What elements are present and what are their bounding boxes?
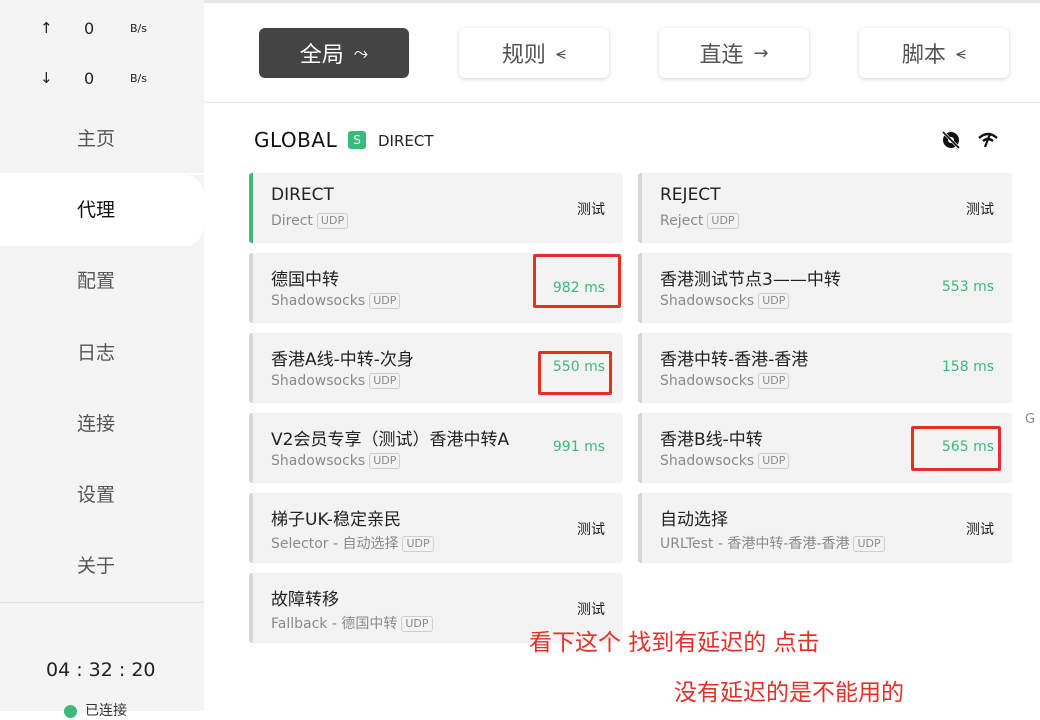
proxy-type: Shadowsocks UDP: [271, 373, 401, 389]
download-speed: ↓ 0 B/s: [0, 69, 204, 89]
connection-status: 已连接: [64, 700, 127, 720]
proxy-card[interactable]: V2会员专享（测试）香港中转A Shadowsocks UDP 991 ms: [249, 413, 623, 483]
proxy-name: 香港测试节点3——中转: [660, 270, 841, 290]
mode-direct-label: 直连: [699, 43, 744, 68]
annotation-text: 没有延迟的是不能用的: [674, 680, 904, 706]
proxy-name: 梯子UK-稳定亲民: [271, 510, 401, 530]
udp-badge: UDP: [707, 213, 739, 229]
annotation-highlight-box: [911, 426, 1001, 471]
udp-badge: UDP: [401, 616, 433, 632]
proxy-card[interactable]: 自动选择 URLTest - 香港中转-香港-香港 UDP 测试: [638, 493, 1012, 563]
udp-badge: UDP: [758, 373, 790, 389]
proxy-name: 香港A线-中转-次身: [271, 350, 414, 370]
proxy-card-direct[interactable]: DIRECT Direct UDP 测试: [249, 173, 623, 243]
upload-unit: B/s: [130, 22, 147, 35]
rule-branch-icon: ⪪: [555, 42, 567, 64]
proxy-type: Reject UDP: [660, 213, 739, 229]
hide-unavailable-icon[interactable]: [940, 129, 962, 151]
proxy-delay[interactable]: 991 ms: [553, 439, 605, 455]
annotation-highlight-box: [533, 254, 621, 308]
proxy-delay[interactable]: 158 ms: [942, 359, 994, 375]
proxy-type: Fallback - 德国中转 UDP: [271, 613, 433, 633]
proxy-type: Shadowsocks UDP: [271, 453, 401, 469]
udp-badge: UDP: [758, 453, 790, 469]
proxy-type: Shadowsocks UDP: [271, 293, 401, 309]
nav-proxies[interactable]: 代理: [0, 175, 204, 246]
proxy-type: Shadowsocks UDP: [660, 373, 790, 389]
proxy-card[interactable]: 梯子UK-稳定亲民 Selector - 自动选择 UDP 测试: [249, 493, 623, 563]
annotation-text: 看下这个 找到有延迟的 点击: [529, 630, 820, 656]
proxy-type: Direct UDP: [271, 213, 349, 229]
mode-rule-label: 规则: [501, 43, 546, 68]
udp-badge: UDP: [402, 536, 434, 552]
upload-arrow-icon: ↑: [40, 19, 53, 37]
group-selector-badge: S: [348, 131, 366, 149]
udp-badge: UDP: [369, 373, 401, 389]
nav-config[interactable]: 配置: [0, 246, 204, 317]
download-value: 0: [84, 69, 95, 88]
latency-test-icon[interactable]: [977, 130, 999, 150]
proxy-name: 香港中转-香港-香港: [660, 350, 809, 370]
proxy-type: URLTest - 香港中转-香港-香港 UDP: [660, 533, 885, 553]
proxy-name: 故障转移: [271, 590, 339, 610]
proxy-name: 自动选择: [660, 510, 728, 530]
proxy-card[interactable]: 香港测试节点3——中转 Shadowsocks UDP 553 ms: [638, 253, 1012, 323]
script-branch-icon: ⪪: [955, 42, 967, 64]
upload-value: 0: [84, 19, 95, 38]
mode-global-button[interactable]: 全局 ⤳: [259, 28, 409, 78]
proxy-name: REJECT: [660, 185, 721, 205]
udp-badge: UDP: [853, 536, 885, 552]
global-route-icon: ⤳: [353, 42, 369, 64]
group-current-proxy: DIRECT: [378, 132, 434, 150]
download-arrow-icon: ↓: [40, 69, 53, 87]
mode-rule-button[interactable]: 规则 ⪪: [459, 28, 609, 78]
nav-connections[interactable]: 连接: [0, 389, 204, 460]
proxy-delay-test[interactable]: 测试: [577, 599, 605, 619]
proxy-delay[interactable]: 553 ms: [942, 279, 994, 295]
nav-active-gap: [0, 173, 204, 175]
proxy-delay-test[interactable]: 测试: [966, 519, 994, 539]
proxy-group-title: GLOBAL: [254, 128, 338, 152]
proxy-delay-test[interactable]: 测试: [966, 199, 994, 219]
udp-badge: UDP: [316, 213, 349, 229]
mode-direct-button[interactable]: 直连 →: [659, 28, 809, 78]
mode-global-label: 全局: [299, 43, 344, 68]
nav-about[interactable]: 关于: [0, 531, 204, 602]
mode-script-label: 脚本: [901, 43, 946, 68]
nav-home[interactable]: 主页: [0, 104, 204, 175]
top-border: [204, 0, 1040, 3]
proxy-type: Selector - 自动选择 UDP: [271, 533, 434, 553]
mode-script-button[interactable]: 脚本 ⪪: [859, 28, 1009, 78]
proxy-card[interactable]: 香港中转-香港-香港 Shadowsocks UDP 158 ms: [638, 333, 1012, 403]
nav-settings[interactable]: 设置: [0, 460, 204, 531]
udp-badge: UDP: [758, 293, 790, 309]
nav-logs[interactable]: 日志: [0, 318, 204, 389]
annotation-highlight-box: [538, 351, 612, 395]
proxy-name: DIRECT: [271, 185, 334, 205]
upload-speed: ↑ 0 B/s: [0, 19, 204, 39]
download-unit: B/s: [130, 72, 147, 85]
proxy-card-reject[interactable]: REJECT Reject UDP 测试: [638, 173, 1012, 243]
header-divider: [204, 102, 1040, 103]
proxy-name: 香港B线-中转: [660, 430, 763, 450]
proxy-type: Shadowsocks UDP: [660, 453, 790, 469]
proxy-delay-test[interactable]: 测试: [577, 519, 605, 539]
udp-badge: UDP: [369, 453, 401, 469]
proxy-type: Shadowsocks UDP: [660, 293, 790, 309]
direct-arrow-icon: →: [753, 42, 769, 64]
proxy-name: 德国中转: [271, 270, 339, 290]
status-dot-icon: [64, 704, 77, 718]
sidebar: ↑ 0 B/s ↓ 0 B/s 主页 代理 配置 日志 连接 设置 关于 04 …: [0, 0, 204, 719]
edge-letter: G: [1025, 412, 1036, 427]
uptime-clock: 04 : 32 : 20: [46, 659, 156, 681]
udp-badge: UDP: [369, 293, 401, 309]
status-label: 已连接: [85, 703, 127, 719]
sidebar-divider: [0, 602, 204, 603]
proxy-name: V2会员专享（测试）香港中转A: [271, 430, 510, 450]
proxy-delay-test[interactable]: 测试: [577, 199, 605, 219]
